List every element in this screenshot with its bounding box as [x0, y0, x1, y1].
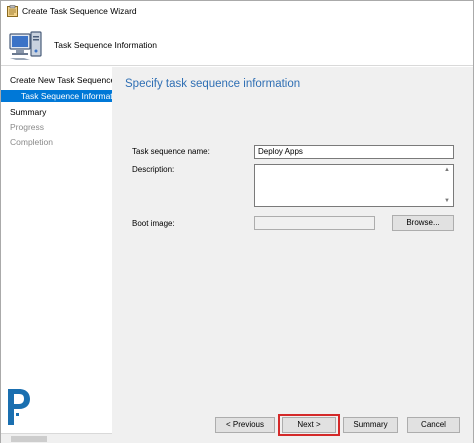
watermark-logo-icon: [8, 389, 30, 425]
wizard-content: Specify task sequence information Task s…: [112, 67, 473, 407]
window-title: Create Task Sequence Wizard: [22, 5, 137, 16]
next-button[interactable]: Next >: [282, 417, 336, 433]
browse-button[interactable]: Browse...: [392, 215, 454, 231]
wizard-window: Create Task Sequence Wizard Task Sequenc…: [0, 0, 474, 443]
boot-image-input: [254, 216, 375, 230]
page-header-title: Task Sequence Information: [54, 40, 158, 50]
nav-item-progress: Progress: [10, 122, 45, 132]
nav-item-task-sequence-information[interactable]: Task Sequence Information: [1, 90, 112, 102]
wizard-header: Task Sequence Information: [1, 20, 473, 66]
clipboard-icon: [7, 4, 18, 17]
task-sequence-name-input[interactable]: Deploy Apps: [254, 145, 454, 159]
boot-image-label: Boot image:: [132, 219, 175, 228]
summary-button[interactable]: Summary: [343, 417, 398, 433]
scroll-up-icon[interactable]: ▲: [444, 167, 450, 173]
previous-button[interactable]: < Previous: [215, 417, 275, 433]
page-title: Specify task sequence information: [125, 78, 301, 90]
scroll-thumb[interactable]: [11, 436, 47, 442]
description-textarea[interactable]: ▲ ▼: [254, 164, 454, 207]
nav-item-summary[interactable]: Summary: [10, 107, 46, 117]
description-scrollbar[interactable]: ▲ ▼: [442, 165, 453, 206]
nav-item-create-new-task-sequence[interactable]: Create New Task Sequence: [10, 75, 115, 85]
computer-icon: [9, 31, 42, 60]
scroll-down-icon[interactable]: ▼: [444, 198, 450, 204]
task-sequence-name-label: Task sequence name:: [132, 147, 210, 156]
title-bar: Create Task Sequence Wizard: [1, 1, 473, 20]
description-label: Description:: [132, 165, 175, 174]
nav-horizontal-scrollbar[interactable]: [1, 433, 112, 443]
nav-item-completion: Completion: [10, 137, 53, 147]
wizard-footer: < Previous Next > Summary Cancel: [112, 407, 473, 443]
cancel-button[interactable]: Cancel: [407, 417, 460, 433]
